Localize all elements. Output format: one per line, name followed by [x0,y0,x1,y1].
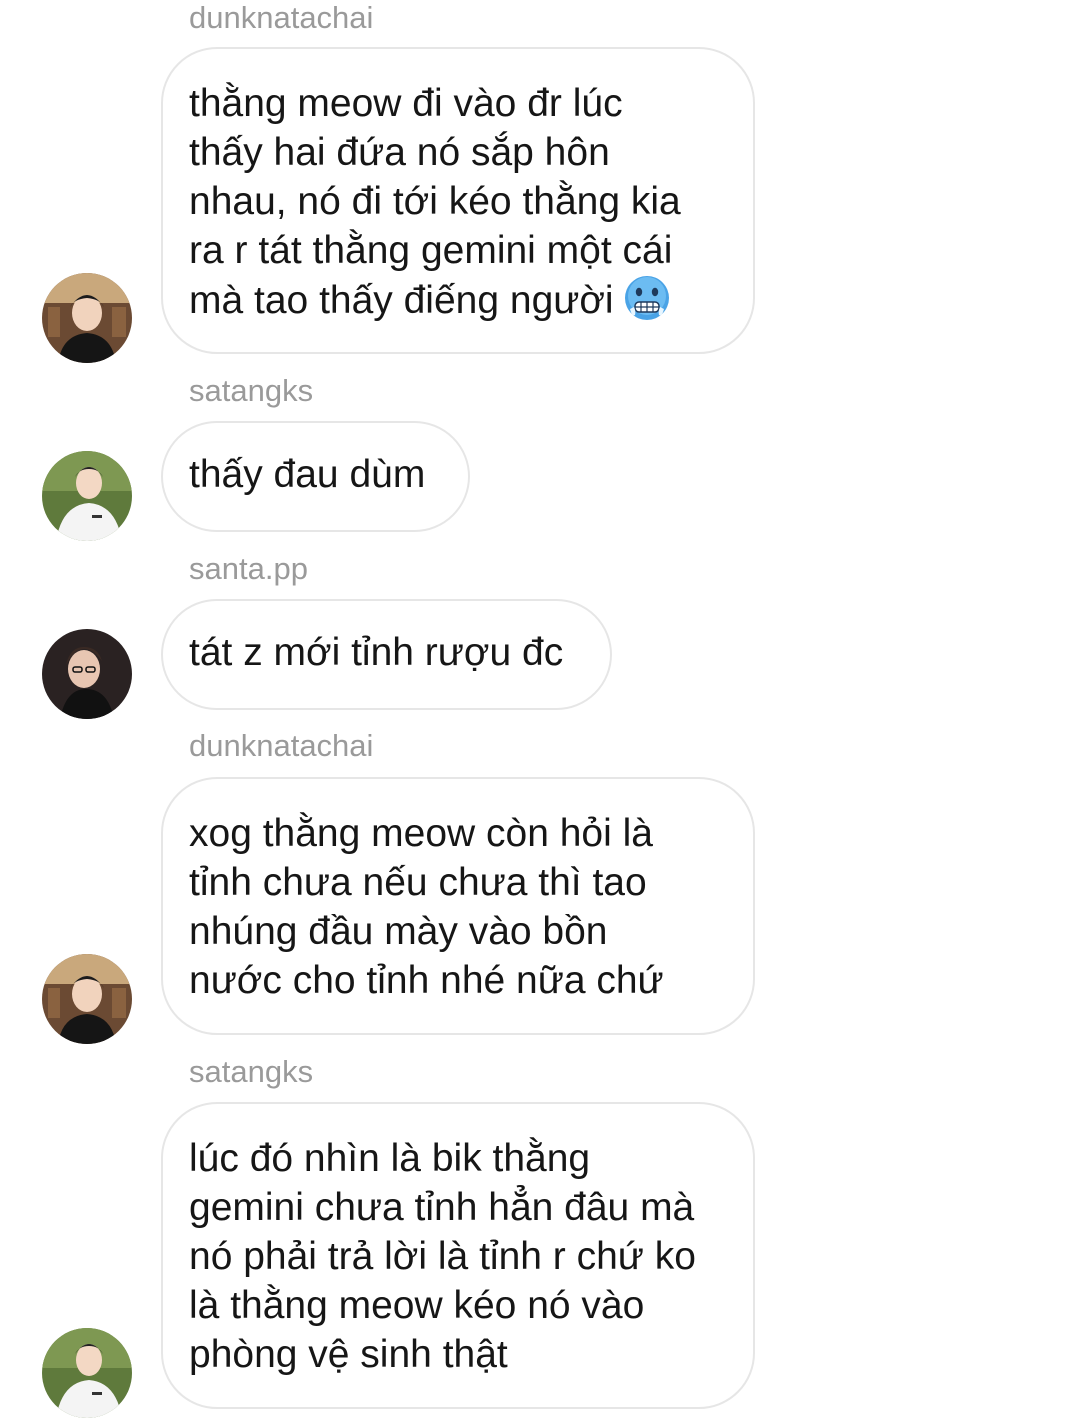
message-text: thấy đau dùm [189,453,426,496]
message-bubble[interactable]: thấy đau dùm [161,421,470,532]
sender-name: satangks [189,373,314,408]
cold-face-icon [624,275,670,321]
message-bubble[interactable]: xog thằng meow còn hỏi là tỉnh chưa nếu … [161,777,755,1035]
chat-thread: dunknatachai thằng meow đi vào đr lúc th… [0,0,1080,1424]
message-text: xog thằng meow còn hỏi là tỉnh chưa nếu … [189,812,664,1002]
message-text: thằng meow đi vào đr lúc thấy hai đứa nó… [189,82,681,322]
sender-name: dunknatachai [189,728,374,763]
sender-name: satangks [189,1054,314,1089]
message-text: lúc đó nhìn là bik thằng gemini chưa tỉn… [189,1137,696,1376]
avatar[interactable] [42,1328,132,1418]
message-bubble[interactable]: tát z mới tỉnh rượu đc [161,599,612,710]
message-text: tát z mới tỉnh rượu đc [189,631,564,674]
avatar[interactable] [42,451,132,541]
message-bubble[interactable]: thằng meow đi vào đr lúc thấy hai đứa nó… [161,47,755,354]
avatar[interactable] [42,954,132,1044]
sender-name: santa.pp [189,551,308,586]
message-bubble[interactable]: lúc đó nhìn là bik thằng gemini chưa tỉn… [161,1102,755,1409]
avatar[interactable] [42,273,132,363]
avatar[interactable] [42,629,132,719]
sender-name: dunknatachai [189,0,374,35]
